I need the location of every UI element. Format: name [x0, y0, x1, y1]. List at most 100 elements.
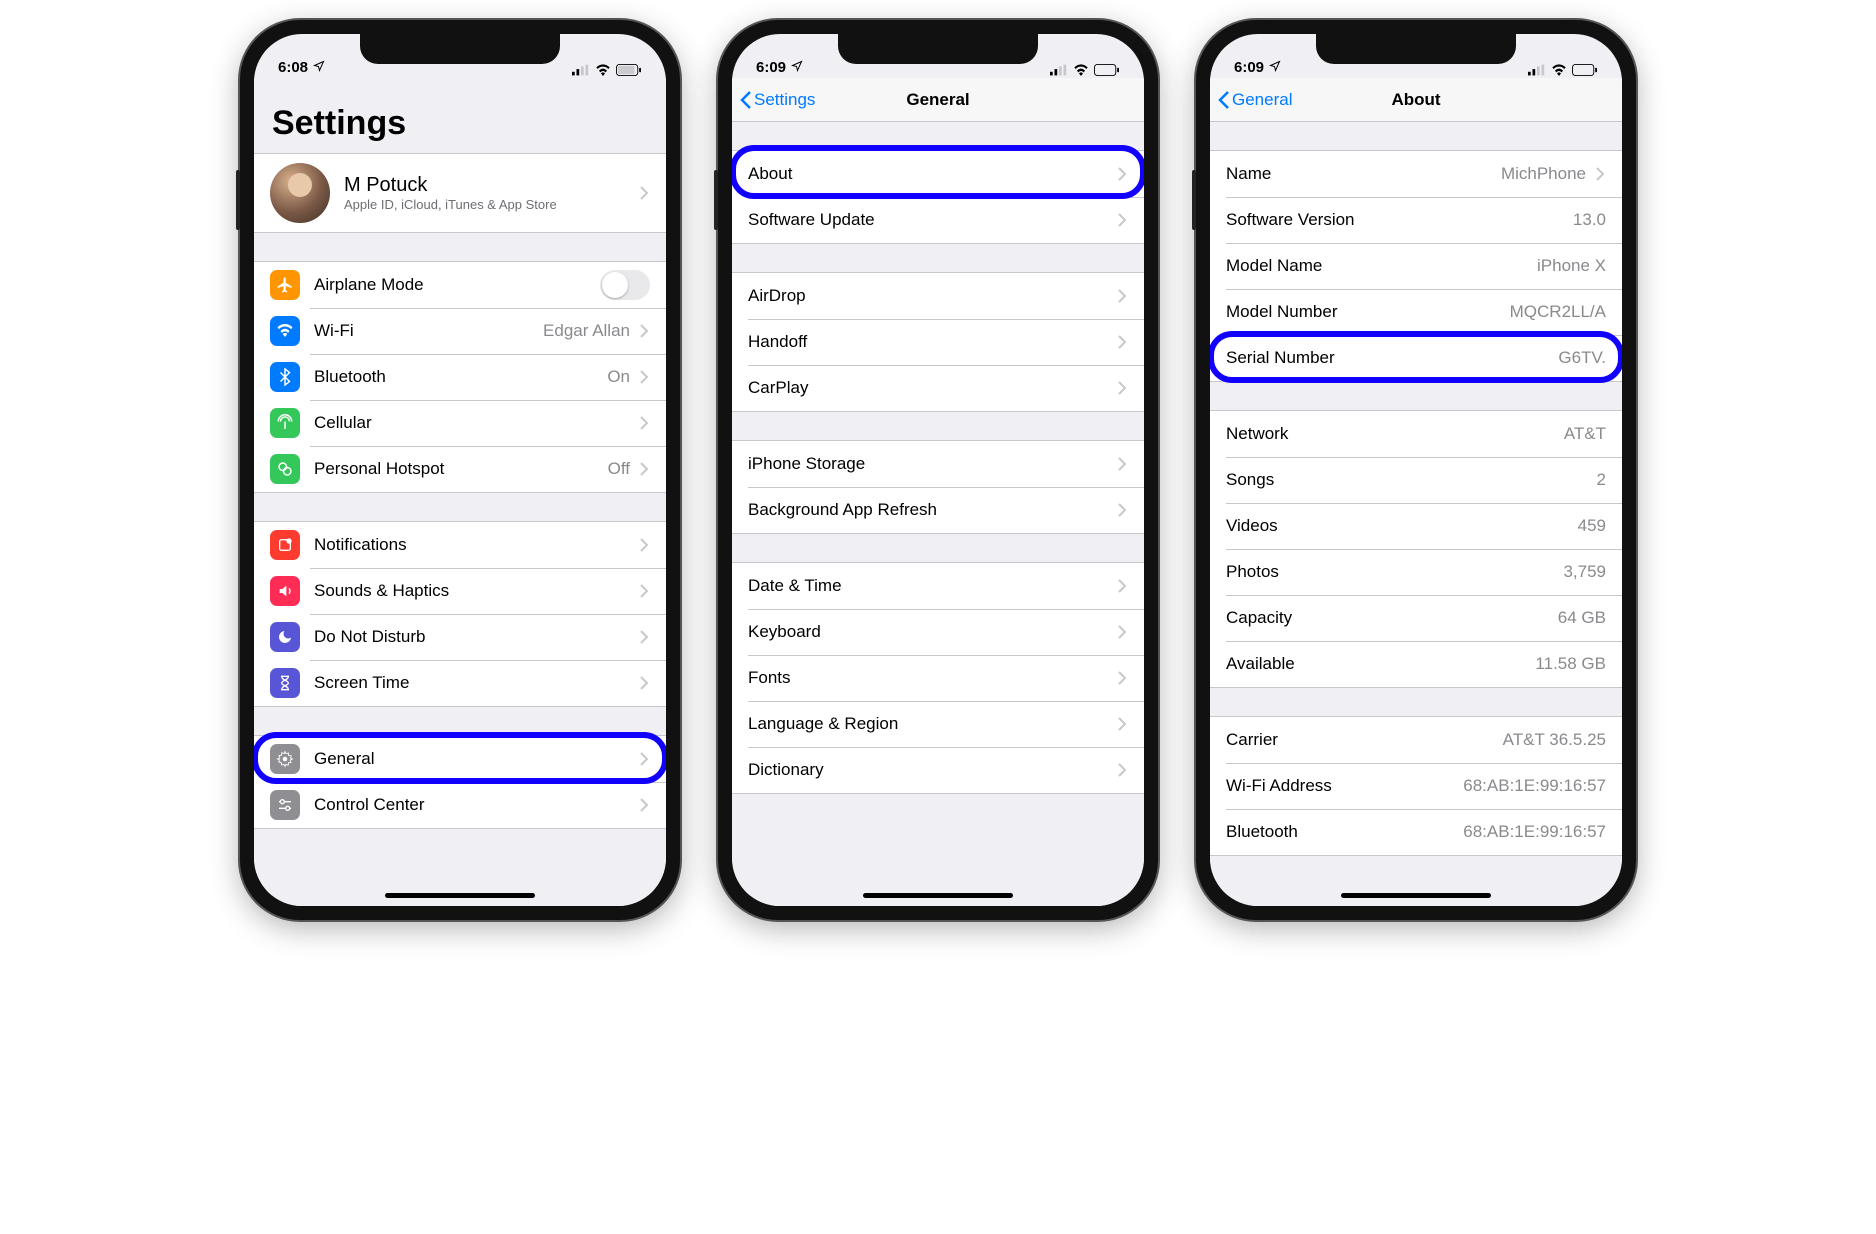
row-value: 459: [1578, 516, 1606, 536]
row-label: iPhone Storage: [748, 454, 1108, 474]
signal-icon: [572, 64, 590, 76]
chevron-right-icon: [640, 324, 650, 338]
row-label: Videos: [1226, 516, 1278, 536]
row-label: Do Not Disturb: [314, 627, 630, 647]
nav-bar: General About: [1210, 78, 1622, 122]
back-button[interactable]: General: [1218, 78, 1292, 121]
wifi-row[interactable]: Wi-Fi Edgar Allan: [254, 308, 666, 354]
nav-title: About: [1391, 90, 1440, 110]
chevron-right-icon: [640, 798, 650, 812]
back-button[interactable]: Settings: [740, 78, 815, 121]
background-refresh-row[interactable]: Background App Refresh: [732, 487, 1144, 533]
sounds-row[interactable]: Sounds & Haptics: [254, 568, 666, 614]
row-value: iPhone X: [1537, 256, 1606, 276]
handoff-row[interactable]: Handoff: [732, 319, 1144, 365]
carrier-row[interactable]: CarrierAT&T 36.5.25: [1210, 717, 1622, 763]
language-region-row[interactable]: Language & Region: [732, 701, 1144, 747]
screen-2: 6:09 Settings General About: [732, 34, 1144, 906]
phone-frame-2: 6:09 Settings General About: [718, 20, 1158, 920]
row-value: 13.0: [1573, 210, 1606, 230]
capacity-row[interactable]: Capacity64 GB: [1210, 595, 1622, 641]
airplane-mode-row[interactable]: Airplane Mode: [254, 262, 666, 308]
available-row[interactable]: Available 11.58 GB: [1210, 641, 1622, 687]
row-value: 3,759: [1563, 562, 1606, 582]
iphone-storage-row[interactable]: iPhone Storage: [732, 441, 1144, 487]
profile-row[interactable]: M Potuck Apple ID, iCloud, iTunes & App …: [254, 154, 666, 232]
row-value: 11.58 GB: [1535, 654, 1606, 674]
notifications-row[interactable]: Notifications: [254, 522, 666, 568]
row-value: On: [607, 367, 630, 387]
profile-subtitle: Apple ID, iCloud, iTunes & App Store: [344, 197, 630, 212]
software-version-row[interactable]: Software Version 13.0: [1210, 197, 1622, 243]
battery-icon: [616, 64, 642, 76]
back-label: Settings: [754, 90, 815, 110]
battery-icon: [1572, 64, 1598, 76]
general-row[interactable]: General: [254, 736, 666, 782]
model-number-row[interactable]: Model Number MQCR2LL/A: [1210, 289, 1622, 335]
location-icon: [313, 59, 325, 76]
chevron-right-icon: [1118, 289, 1128, 303]
chevron-right-icon: [640, 370, 650, 384]
bluetooth-icon: [270, 362, 300, 392]
row-label: Bluetooth: [1226, 822, 1298, 842]
usage-group: NetworkAT&T Songs 2 Videos 459 Photos3,759…: [1210, 410, 1622, 688]
row-label: CarPlay: [748, 378, 1108, 398]
avatar: [270, 163, 330, 223]
chevron-right-icon: [1118, 167, 1128, 181]
row-label: Available: [1226, 654, 1295, 674]
about-row[interactable]: About: [732, 151, 1144, 197]
phone-frame-3: 6:09 General About Name MichPhone: [1196, 20, 1636, 920]
cellular-row[interactable]: Cellular: [254, 400, 666, 446]
chevron-right-icon: [1118, 579, 1128, 593]
device-info-group: Name MichPhone Software Version 13.0 Mod…: [1210, 150, 1622, 382]
wifi-icon: [270, 316, 300, 346]
row-label: Software Update: [748, 210, 1108, 230]
screentime-icon: [270, 668, 300, 698]
general-icon: [270, 744, 300, 774]
carplay-row[interactable]: CarPlay: [732, 365, 1144, 411]
model-name-row[interactable]: Model Name iPhone X: [1210, 243, 1622, 289]
control-center-row[interactable]: Control Center: [254, 782, 666, 828]
row-label: Bluetooth: [314, 367, 386, 387]
row-value: 2: [1597, 470, 1606, 490]
hotspot-row[interactable]: Personal Hotspot Off: [254, 446, 666, 492]
row-label: Carrier: [1226, 730, 1278, 750]
songs-row[interactable]: Songs 2: [1210, 457, 1622, 503]
airplane-toggle[interactable]: [600, 270, 650, 300]
row-label: Network: [1226, 424, 1288, 444]
bluetooth-address-row[interactable]: Bluetooth 68:AB:1E:99:16:57: [1210, 809, 1622, 855]
chevron-right-icon: [1596, 167, 1606, 181]
bluetooth-row[interactable]: Bluetooth On: [254, 354, 666, 400]
serial-number-row[interactable]: Serial Number G6TV.: [1210, 335, 1622, 381]
screen-3: 6:09 General About Name MichPhone: [1210, 34, 1622, 906]
page-title: Settings: [272, 104, 648, 143]
airdrop-row[interactable]: AirDrop: [732, 273, 1144, 319]
network-row[interactable]: NetworkAT&T: [1210, 411, 1622, 457]
dictionary-row[interactable]: Dictionary: [732, 747, 1144, 793]
chevron-right-icon: [1118, 671, 1128, 685]
home-indicator: [863, 893, 1013, 898]
row-value: MQCR2LL/A: [1510, 302, 1606, 322]
fonts-row[interactable]: Fonts: [732, 655, 1144, 701]
software-update-row[interactable]: Software Update: [732, 197, 1144, 243]
row-value: 64 GB: [1558, 608, 1606, 628]
cellular-icon: [270, 408, 300, 438]
row-label: Fonts: [748, 668, 1108, 688]
row-label: Airplane Mode: [314, 275, 600, 295]
screentime-row[interactable]: Screen Time: [254, 660, 666, 706]
row-label: Songs: [1226, 470, 1274, 490]
dnd-row[interactable]: Do Not Disturb: [254, 614, 666, 660]
videos-row[interactable]: Videos 459: [1210, 503, 1622, 549]
date-time-row[interactable]: Date & Time: [732, 563, 1144, 609]
chevron-right-icon: [1118, 625, 1128, 639]
name-row[interactable]: Name MichPhone: [1210, 151, 1622, 197]
row-value: Edgar Allan: [543, 321, 630, 341]
about-content: Name MichPhone Software Version 13.0 Mod…: [1210, 122, 1622, 906]
keyboard-row[interactable]: Keyboard: [732, 609, 1144, 655]
row-label: Wi-Fi Address: [1226, 776, 1332, 796]
photos-row[interactable]: Photos3,759: [1210, 549, 1622, 595]
wifi-status-icon: [1073, 64, 1089, 76]
row-label: Language & Region: [748, 714, 1108, 734]
row-value: 68:AB:1E:99:16:57: [1463, 822, 1606, 842]
wifi-address-row[interactable]: Wi-Fi Address68:AB:1E:99:16:57: [1210, 763, 1622, 809]
